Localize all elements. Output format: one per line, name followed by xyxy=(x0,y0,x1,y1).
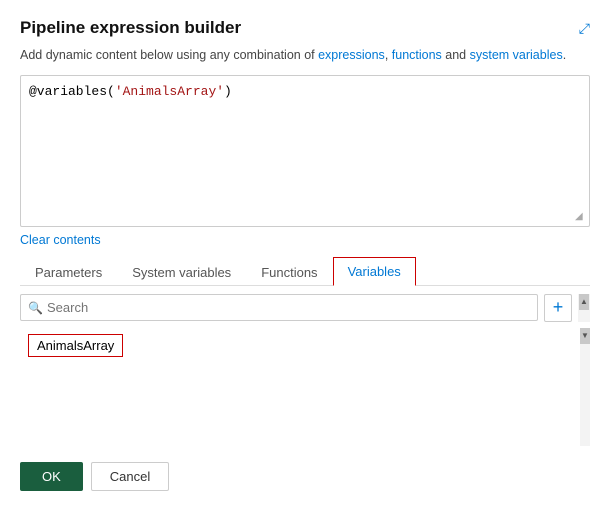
code-editor-area[interactable]: @variables('AnimalsArray') ◢ xyxy=(20,75,590,227)
tabs-row: Parameters System variables Functions Va… xyxy=(20,257,590,286)
ok-button[interactable]: OK xyxy=(20,462,83,491)
subtitle: Add dynamic content below using any comb… xyxy=(20,46,590,65)
code-prefix: @variables( xyxy=(29,84,115,99)
code-content[interactable]: @variables('AnimalsArray') xyxy=(21,76,589,226)
tab-functions[interactable]: Functions xyxy=(246,258,332,286)
title-row: Pipeline expression builder ⤢ xyxy=(20,18,590,38)
search-add-row: 🔍 + ▲ xyxy=(20,294,590,322)
scrollbar-top-arrow[interactable]: ▲ xyxy=(578,294,590,322)
search-input[interactable] xyxy=(20,294,538,321)
scroll-up-arrow[interactable]: ▲ xyxy=(579,294,589,310)
list-area: AnimalsArray xyxy=(20,328,580,446)
add-button[interactable]: + xyxy=(544,294,572,322)
list-item-animals-array[interactable]: AnimalsArray xyxy=(28,334,123,357)
code-suffix: ) xyxy=(224,84,232,99)
system-variables-link[interactable]: system variables xyxy=(470,48,563,62)
pipeline-expression-builder-dialog: Pipeline expression builder ⤢ Add dynami… xyxy=(0,0,610,507)
functions-link[interactable]: functions xyxy=(392,48,442,62)
cancel-button[interactable]: Cancel xyxy=(91,462,169,491)
list-scroll-wrapper: AnimalsArray ▼ xyxy=(20,328,590,446)
tab-parameters[interactable]: Parameters xyxy=(20,258,117,286)
code-string-value: 'AnimalsArray' xyxy=(115,84,224,99)
search-wrapper: 🔍 xyxy=(20,294,538,321)
dialog-title: Pipeline expression builder xyxy=(20,18,241,38)
resize-handle[interactable]: ◢ xyxy=(575,212,587,224)
expressions-link[interactable]: expressions xyxy=(318,48,385,62)
bottom-row: OK Cancel xyxy=(20,456,590,491)
expand-icon[interactable]: ⤢ xyxy=(579,20,590,37)
scrollbar-track: ▼ xyxy=(580,328,590,446)
tab-variables[interactable]: Variables xyxy=(333,257,416,286)
clear-contents-link[interactable]: Clear contents xyxy=(20,233,590,247)
tab-system-variables[interactable]: System variables xyxy=(117,258,246,286)
scroll-down-arrow[interactable]: ▼ xyxy=(580,328,590,344)
